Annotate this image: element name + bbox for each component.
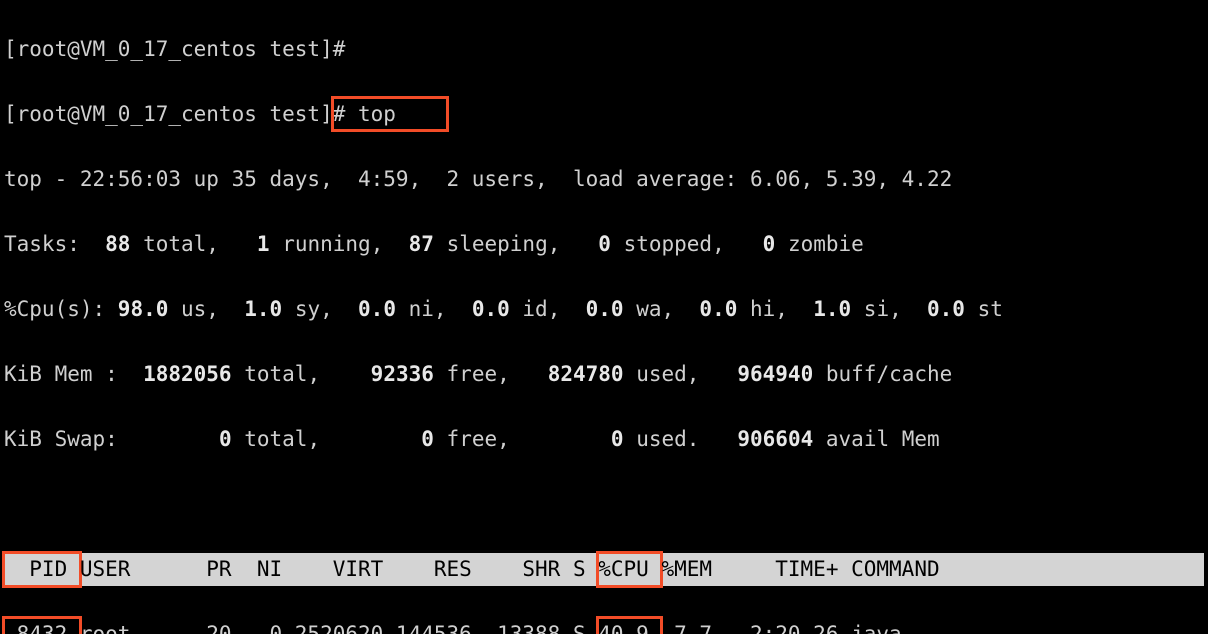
pid-header-highlight: PID [4,553,80,586]
t: used. [636,427,737,451]
row-right: 7.7 2:20.26 java [661,622,901,634]
summary-tasks: Tasks: 88 total, 1 running, 87 sleeping,… [4,228,1204,261]
t: 0.0 [586,297,637,321]
t: total, [244,362,370,386]
t: 87 [409,232,447,256]
blank-line [4,488,1204,521]
uptime-right: , 2 users, load average: 6.06, 5.39, 4.2… [409,167,953,191]
t: 0.0 [358,297,409,321]
t: free, [447,427,611,451]
pid-cell-highlight: 8432 [4,618,80,634]
summary-swap: KiB Swap: 0 total, 0 free, 0 used. 90660… [4,423,1204,456]
t: 0.0 [699,297,750,321]
t: hi, [750,297,813,321]
t: sy, [295,297,358,321]
t: 906604 [737,427,826,451]
t: used, [636,362,737,386]
t: 0.0 [472,297,523,321]
t: 1882056 [143,362,244,386]
t: 98.0 [118,297,181,321]
t: us, [181,297,244,321]
row-mid: root 20 0 2520620 144536 13388 S [80,622,598,634]
t: ni, [409,297,472,321]
uptime-left: top - 22:56:03 up 35 days, 4:59 [4,167,409,191]
prompt-line-1: [root@VM_0_17_centos test]# [4,33,1204,66]
t: avail Mem [826,427,940,451]
summary-cpu: %Cpu(s): 98.0 us, 1.0 sy, 0.0 ni, 0.0 id… [4,293,1204,326]
t: 0.0 [927,297,978,321]
t: free, [447,362,548,386]
t: total, [143,232,257,256]
t: st [978,297,1003,321]
t: id, [522,297,585,321]
header-left: USER PR NI VIRT RES SHR S [80,557,598,581]
t: 0 [421,427,446,451]
t: 1.0 [813,297,864,321]
t: running, [282,232,408,256]
t: zombie [788,232,864,256]
t: 92336 [371,362,447,386]
t: sleeping, [447,232,599,256]
cpu-header-highlight: %CPU [598,553,661,586]
t: buff/cache [826,362,952,386]
cpu-cell-highlight: 40.9 [598,618,661,634]
terminal-window[interactable]: [root@VM_0_17_centos test]# [root@VM_0_1… [0,0,1208,634]
summary-mem: KiB Mem : 1882056 total, 92336 free, 824… [4,358,1204,391]
t: si, [864,297,927,321]
t: 0 [611,427,636,451]
t: Tasks: [4,232,105,256]
t: wa, [636,297,699,321]
t: KiB Mem : [4,362,143,386]
t: 1.0 [244,297,295,321]
t: KiB Swap: [4,427,219,451]
command-top-highlight: # top [333,98,447,131]
t: 824780 [548,362,637,386]
t: stopped, [624,232,763,256]
t: 88 [105,232,143,256]
table-row: 8432 root 20 0 2520620 144536 13388 S 40… [4,618,1204,634]
t: %Cpu(s): [4,297,118,321]
process-table-header: PID USER PR NI VIRT RES SHR S %CPU %MEM … [4,553,1204,586]
t: total, [244,427,421,451]
t: 0 [598,232,623,256]
t: 0 [219,427,244,451]
prompt-prefix: [root@VM_0_17_centos test] [4,102,333,126]
t: 0 [763,232,788,256]
t: 964940 [737,362,826,386]
t: 1 [257,232,282,256]
summary-uptime: top - 22:56:03 up 35 days, 4:59, 2 users… [4,163,1204,196]
prompt-line-2: [root@VM_0_17_centos test]# top [4,98,1204,131]
header-right: %MEM TIME+ COMMAND [661,557,1154,581]
